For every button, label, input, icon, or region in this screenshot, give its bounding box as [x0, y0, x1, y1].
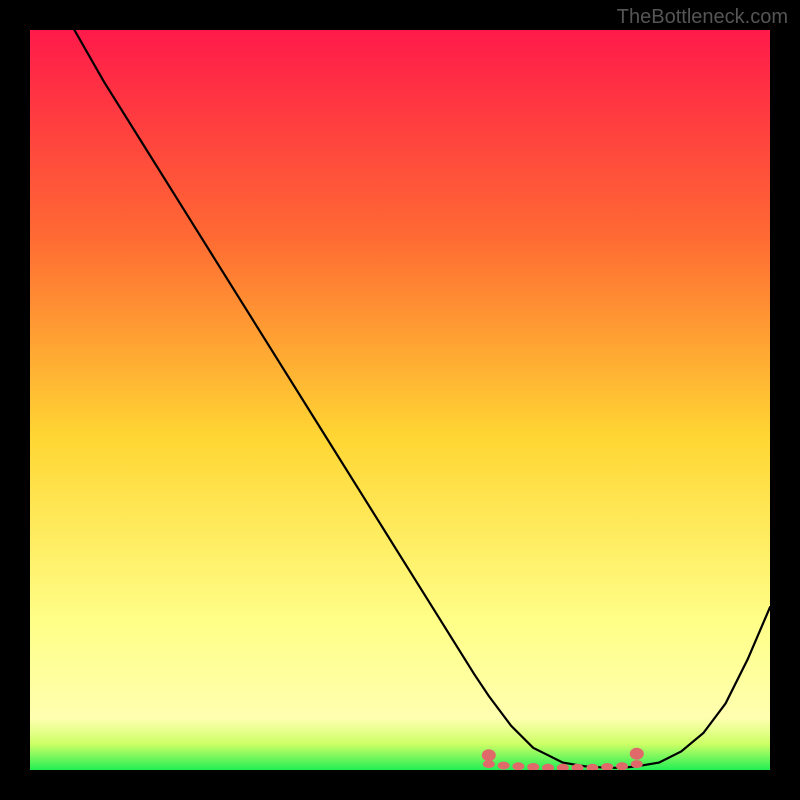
chart-container: TheBottleneck.com — [0, 0, 800, 800]
valley-marker-dot — [631, 760, 643, 768]
chart-svg — [30, 30, 770, 770]
valley-marker-dot — [483, 760, 495, 768]
valley-marker-end — [630, 748, 644, 760]
valley-marker-end — [482, 749, 496, 761]
watermark-text: TheBottleneck.com — [617, 6, 788, 29]
valley-marker-dot — [512, 762, 524, 770]
valley-marker-dot — [616, 762, 628, 770]
plot-area — [30, 30, 770, 770]
valley-marker-dot — [498, 762, 510, 770]
